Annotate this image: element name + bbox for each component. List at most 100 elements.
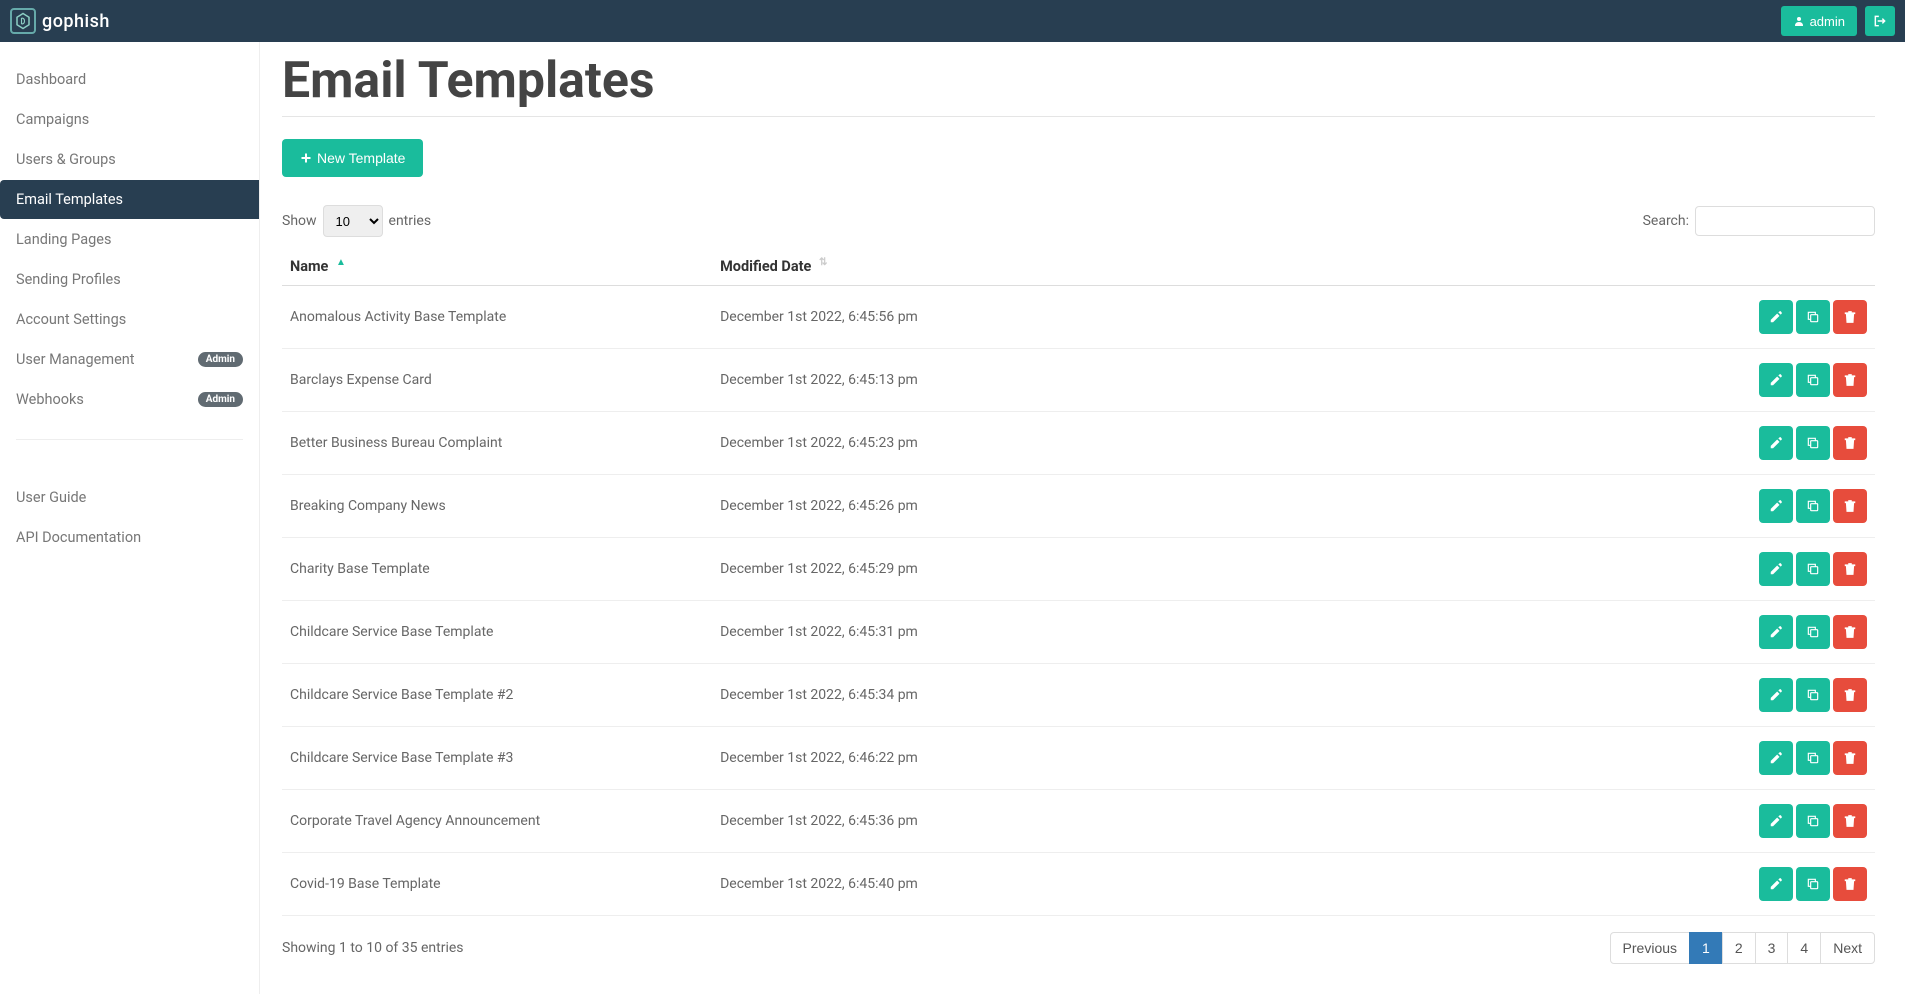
pagination-page-3[interactable]: 3 xyxy=(1755,932,1789,964)
user-menu-button[interactable]: admin xyxy=(1781,6,1857,36)
cell-actions xyxy=(1715,474,1875,537)
pencil-icon xyxy=(1769,877,1783,891)
cell-actions xyxy=(1715,663,1875,726)
table-row: Breaking Company NewsDecember 1st 2022, … xyxy=(282,474,1875,537)
sidebar-item-users-groups[interactable]: Users & Groups xyxy=(0,140,259,179)
edit-button[interactable] xyxy=(1759,678,1793,712)
edit-button[interactable] xyxy=(1759,426,1793,460)
edit-button[interactable] xyxy=(1759,867,1793,901)
pencil-icon xyxy=(1769,751,1783,765)
column-name[interactable]: Name ▲ xyxy=(282,247,712,285)
delete-button[interactable] xyxy=(1833,426,1867,460)
edit-button[interactable] xyxy=(1759,615,1793,649)
pagination-next[interactable]: Next xyxy=(1820,932,1875,964)
copy-button[interactable] xyxy=(1796,867,1830,901)
sidebar-item-account-settings[interactable]: Account Settings xyxy=(0,300,259,339)
templates-table: Name ▲ Modified Date ⇅ Anomalous Activit… xyxy=(282,247,1875,916)
delete-button[interactable] xyxy=(1833,489,1867,523)
delete-button[interactable] xyxy=(1833,552,1867,586)
cell-actions xyxy=(1715,348,1875,411)
delete-button[interactable] xyxy=(1833,867,1867,901)
delete-button[interactable] xyxy=(1833,804,1867,838)
table-row: Covid-19 Base TemplateDecember 1st 2022,… xyxy=(282,852,1875,915)
pagination-page-2[interactable]: 2 xyxy=(1722,932,1756,964)
cell-name: Anomalous Activity Base Template xyxy=(282,285,712,348)
edit-button[interactable] xyxy=(1759,741,1793,775)
sidebar-item-webhooks[interactable]: WebhooksAdmin xyxy=(0,380,259,419)
trash-icon xyxy=(1843,436,1857,450)
delete-button[interactable] xyxy=(1833,678,1867,712)
pencil-icon xyxy=(1769,562,1783,576)
delete-button[interactable] xyxy=(1833,741,1867,775)
copy-button[interactable] xyxy=(1796,363,1830,397)
copy-button[interactable] xyxy=(1796,300,1830,334)
sidebar-item-landing-pages[interactable]: Landing Pages xyxy=(0,220,259,259)
cell-actions xyxy=(1715,789,1875,852)
copy-button[interactable] xyxy=(1796,552,1830,586)
sidebar-item-label: Webhooks xyxy=(16,391,84,408)
copy-button[interactable] xyxy=(1796,804,1830,838)
copy-button[interactable] xyxy=(1796,489,1830,523)
brand-name: gophish xyxy=(42,11,110,32)
copy-icon xyxy=(1806,625,1820,639)
delete-button[interactable] xyxy=(1833,363,1867,397)
cell-modified: December 1st 2022, 6:45:29 pm xyxy=(712,537,1715,600)
copy-button[interactable] xyxy=(1796,615,1830,649)
page-size-select[interactable]: 10 xyxy=(323,205,383,237)
cell-name: Childcare Service Base Template xyxy=(282,600,712,663)
copy-button[interactable] xyxy=(1796,741,1830,775)
cell-modified: December 1st 2022, 6:45:26 pm xyxy=(712,474,1715,537)
cell-modified: December 1st 2022, 6:46:22 pm xyxy=(712,726,1715,789)
cell-name: Corporate Travel Agency Announcement xyxy=(282,789,712,852)
new-template-button[interactable]: New Template xyxy=(282,139,423,177)
pagination-prev[interactable]: Previous xyxy=(1610,932,1690,964)
table-row: Barclays Expense CardDecember 1st 2022, … xyxy=(282,348,1875,411)
logo-icon xyxy=(10,8,36,34)
copy-button[interactable] xyxy=(1796,426,1830,460)
edit-button[interactable] xyxy=(1759,300,1793,334)
sidebar-item-user-management[interactable]: User ManagementAdmin xyxy=(0,340,259,379)
logout-button[interactable] xyxy=(1865,6,1895,36)
edit-button[interactable] xyxy=(1759,552,1793,586)
delete-button[interactable] xyxy=(1833,615,1867,649)
table-row: Charity Base TemplateDecember 1st 2022, … xyxy=(282,537,1875,600)
sidebar-item-label: Users & Groups xyxy=(16,151,116,168)
cell-modified: December 1st 2022, 6:45:40 pm xyxy=(712,852,1715,915)
sidebar-item-user-guide[interactable]: User Guide xyxy=(0,478,259,517)
copy-icon xyxy=(1806,814,1820,828)
table-row: Childcare Service Base TemplateDecember … xyxy=(282,600,1875,663)
sidebar-item-campaigns[interactable]: Campaigns xyxy=(0,100,259,139)
copy-icon xyxy=(1806,373,1820,387)
cell-name: Breaking Company News xyxy=(282,474,712,537)
trash-icon xyxy=(1843,625,1857,639)
copy-icon xyxy=(1806,562,1820,576)
sidebar-item-sending-profiles[interactable]: Sending Profiles xyxy=(0,260,259,299)
pencil-icon xyxy=(1769,436,1783,450)
cell-actions xyxy=(1715,537,1875,600)
delete-button[interactable] xyxy=(1833,300,1867,334)
pagination-page-4[interactable]: 4 xyxy=(1787,932,1821,964)
show-label-suffix: entries xyxy=(389,213,432,229)
cell-name: Better Business Bureau Complaint xyxy=(282,411,712,474)
column-modified[interactable]: Modified Date ⇅ xyxy=(712,247,1715,285)
cell-name: Charity Base Template xyxy=(282,537,712,600)
trash-icon xyxy=(1843,814,1857,828)
admin-badge: Admin xyxy=(198,352,243,367)
copy-button[interactable] xyxy=(1796,678,1830,712)
edit-button[interactable] xyxy=(1759,489,1793,523)
brand-logo[interactable]: gophish xyxy=(10,8,110,34)
pagination-page-1[interactable]: 1 xyxy=(1689,932,1723,964)
sidebar-item-email-templates[interactable]: Email Templates xyxy=(0,180,259,219)
trash-icon xyxy=(1843,310,1857,324)
sidebar-item-api-documentation[interactable]: API Documentation xyxy=(0,518,259,557)
sidebar-item-dashboard[interactable]: Dashboard xyxy=(0,60,259,99)
sidebar-divider xyxy=(16,439,243,440)
logout-icon xyxy=(1873,14,1887,28)
edit-button[interactable] xyxy=(1759,804,1793,838)
search-input[interactable] xyxy=(1695,206,1875,236)
trash-icon xyxy=(1843,751,1857,765)
cell-name: Childcare Service Base Template #2 xyxy=(282,663,712,726)
copy-icon xyxy=(1806,877,1820,891)
topbar: gophish admin xyxy=(0,0,1905,42)
edit-button[interactable] xyxy=(1759,363,1793,397)
